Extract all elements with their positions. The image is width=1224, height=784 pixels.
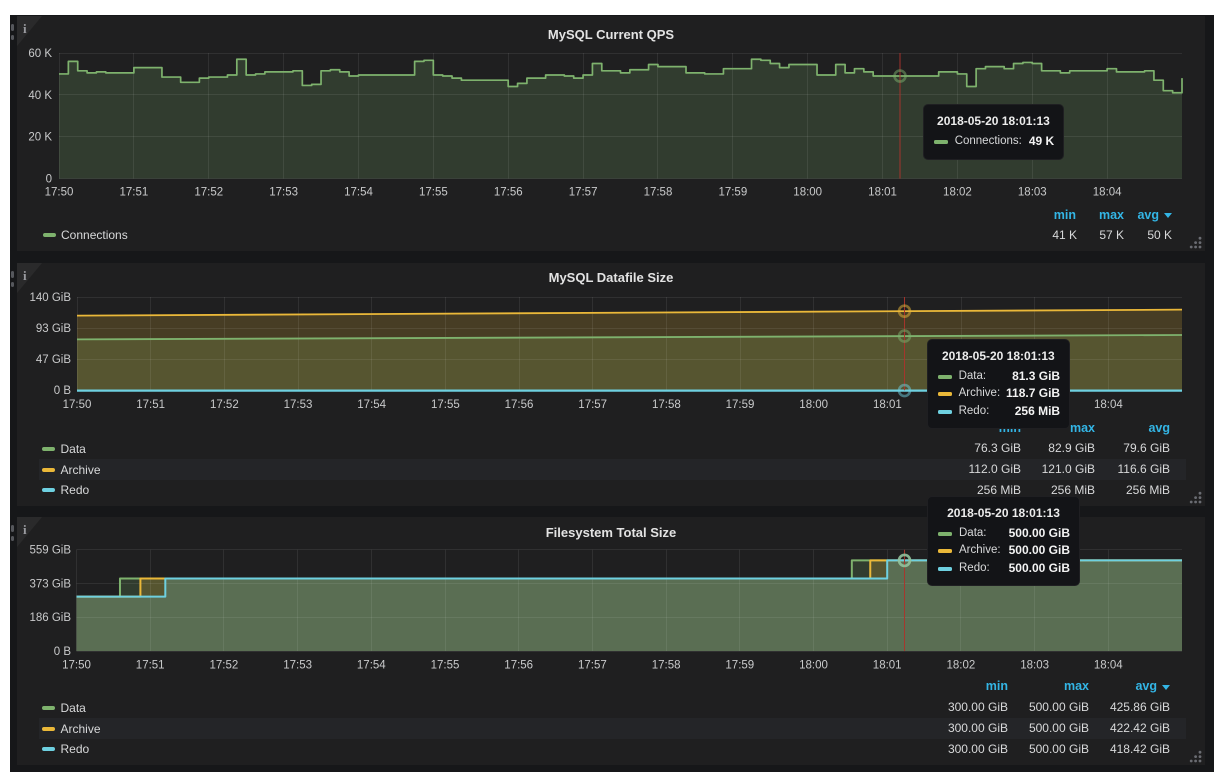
svg-text:20 K: 20 K — [28, 132, 52, 144]
svg-text:18:04: 18:04 — [1094, 399, 1123, 411]
svg-text:17:57: 17:57 — [569, 187, 598, 199]
svg-text:0 B: 0 B — [54, 385, 72, 397]
svg-text:17:53: 17:53 — [284, 399, 313, 411]
svg-text:17:50: 17:50 — [63, 399, 92, 411]
svg-text:i: i — [23, 268, 27, 283]
svg-text:i: i — [23, 21, 27, 36]
svg-text:18:04: 18:04 — [1093, 187, 1122, 199]
svg-text:17:55: 17:55 — [431, 399, 460, 411]
svg-text:17:50: 17:50 — [62, 660, 91, 672]
svg-text:93 GiB: 93 GiB — [36, 323, 71, 335]
svg-text:18:00: 18:00 — [799, 660, 828, 672]
svg-text:17:51: 17:51 — [119, 187, 148, 199]
svg-text:0: 0 — [46, 174, 52, 186]
svg-text:17:58: 17:58 — [644, 187, 673, 199]
svg-text:17:55: 17:55 — [431, 660, 460, 672]
svg-text:47 GiB: 47 GiB — [36, 354, 71, 366]
svg-text:17:56: 17:56 — [494, 187, 523, 199]
svg-text:17:57: 17:57 — [578, 399, 607, 411]
svg-text:17:52: 17:52 — [210, 399, 239, 411]
svg-text:17:59: 17:59 — [726, 399, 755, 411]
svg-text:17:56: 17:56 — [505, 399, 534, 411]
svg-text:17:54: 17:54 — [344, 187, 373, 199]
svg-text:18:01: 18:01 — [868, 187, 897, 199]
svg-text:40 K: 40 K — [28, 90, 52, 102]
svg-text:17:54: 17:54 — [357, 399, 386, 411]
svg-text:18:02: 18:02 — [947, 660, 976, 672]
svg-text:17:59: 17:59 — [718, 187, 747, 199]
svg-text:373 GiB: 373 GiB — [29, 578, 71, 590]
svg-text:17:58: 17:58 — [652, 660, 681, 672]
svg-text:17:57: 17:57 — [578, 660, 607, 672]
svg-text:18:01: 18:01 — [873, 399, 902, 411]
svg-text:18:00: 18:00 — [799, 399, 828, 411]
svg-text:18:03: 18:03 — [1018, 187, 1047, 199]
svg-text:17:53: 17:53 — [283, 660, 312, 672]
svg-text:17:56: 17:56 — [504, 660, 533, 672]
svg-text:18:00: 18:00 — [793, 187, 822, 199]
svg-text:17:51: 17:51 — [136, 399, 165, 411]
svg-text:i: i — [23, 522, 27, 537]
svg-text:17:54: 17:54 — [357, 660, 386, 672]
svg-text:17:52: 17:52 — [194, 187, 223, 199]
svg-text:17:53: 17:53 — [269, 187, 298, 199]
svg-text:17:50: 17:50 — [45, 187, 74, 199]
svg-text:18:03: 18:03 — [1020, 660, 1049, 672]
svg-text:17:55: 17:55 — [419, 187, 448, 199]
svg-text:18:04: 18:04 — [1094, 660, 1123, 672]
svg-text:0 B: 0 B — [54, 646, 72, 658]
svg-text:17:58: 17:58 — [652, 399, 681, 411]
svg-text:18:02: 18:02 — [943, 187, 972, 199]
svg-text:17:59: 17:59 — [725, 660, 754, 672]
svg-text:17:51: 17:51 — [136, 660, 165, 672]
svg-text:17:52: 17:52 — [210, 660, 239, 672]
svg-text:18:01: 18:01 — [873, 660, 902, 672]
svg-text:186 GiB: 186 GiB — [29, 612, 71, 624]
